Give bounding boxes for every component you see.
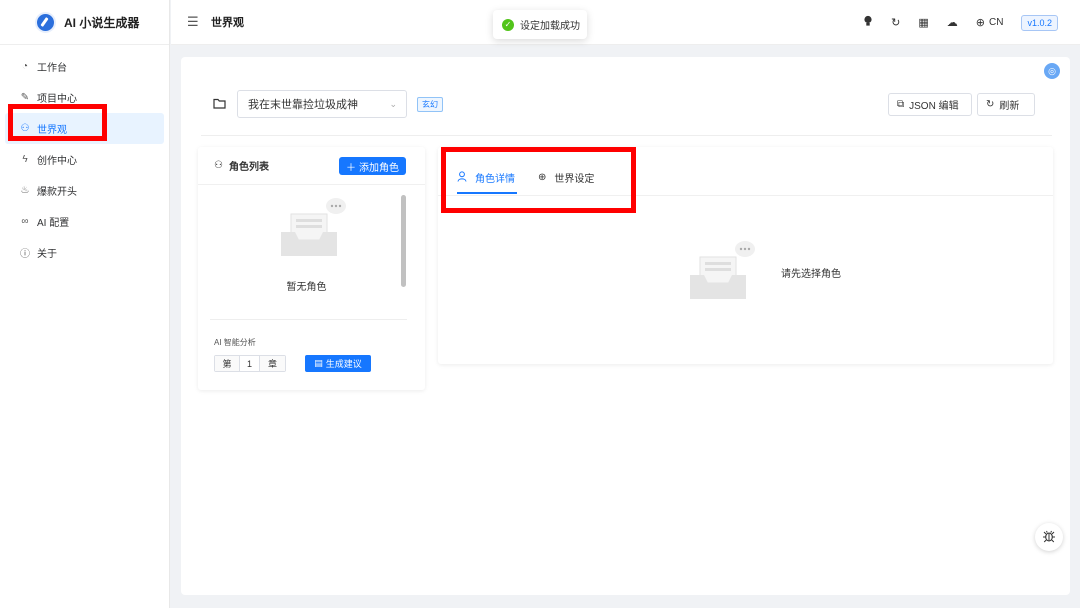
success-toast: ✓ 设定加载成功 bbox=[493, 10, 587, 39]
detail-tabs: 角色详情 ⊕ 世界设定 bbox=[438, 147, 1053, 196]
generate-suggestion-button[interactable]: ▤ 生成建议 bbox=[305, 355, 371, 372]
document-icon: ▤ bbox=[314, 358, 323, 368]
tab-label: 世界设定 bbox=[554, 174, 595, 185]
globe-icon: ⊕ bbox=[538, 172, 547, 183]
divider bbox=[201, 135, 1052, 136]
empty-inbox-icon bbox=[690, 241, 755, 299]
chapter-input-group: 第 1 章 bbox=[214, 355, 286, 372]
sidebar-item-label: 爆款开头 bbox=[37, 187, 77, 198]
people-icon: ⚇ bbox=[20, 123, 30, 134]
refresh-icon: ↻ bbox=[986, 99, 995, 110]
refresh-icon[interactable]: ↻ bbox=[891, 16, 900, 29]
app-title: AI 小说生成器 bbox=[64, 15, 140, 30]
link-icon: ∞ bbox=[21, 216, 29, 227]
sidebar-item-about[interactable]: ⓘ 关于 bbox=[5, 237, 164, 268]
dashboard-icon: ◔ bbox=[21, 61, 29, 72]
sidebar-item-label: 世界观 bbox=[37, 125, 67, 136]
lightning-icon: ϟ bbox=[22, 154, 28, 165]
character-list-body: 暂无角色 bbox=[198, 186, 425, 316]
sidebar: AI 小说生成器 ◔ 工作台 ✎ 项目中心 ⚇ 世界观 ϟ 创作中心 ♨ 爆款开… bbox=[0, 0, 170, 608]
cloud-upload-icon[interactable]: ☁ bbox=[947, 16, 958, 29]
brand: AI 小说生成器 bbox=[0, 0, 169, 45]
chapter-prefix: 第 bbox=[215, 356, 240, 371]
sidebar-item-label: 项目中心 bbox=[37, 94, 77, 105]
table-icon[interactable]: ▦ bbox=[918, 16, 928, 29]
add-character-button[interactable]: ＋ 添加角色 bbox=[339, 157, 406, 175]
bug-report-button[interactable] bbox=[1035, 523, 1063, 551]
code-icon: ⧉ bbox=[897, 99, 905, 110]
sidebar-item-workbench[interactable]: ◔ 工作台 bbox=[5, 51, 164, 82]
ai-analysis-label: AI 智能分析 bbox=[214, 338, 256, 347]
edit-icon: ✎ bbox=[20, 92, 30, 103]
check-circle-icon: ✓ bbox=[502, 18, 514, 31]
sidebar-item-ai-config[interactable]: ∞ AI 配置 bbox=[5, 206, 164, 237]
active-tab-indicator bbox=[457, 192, 517, 194]
top-bar: ☰ 世界观 ↻ ▦ ☁ ⊕ CN v1.0.2 bbox=[171, 0, 1080, 45]
book-select[interactable]: 我在末世靠捡垃圾成神 ⌄ bbox=[237, 90, 407, 118]
folder-icon bbox=[213, 97, 226, 112]
people-icon: ⚇ bbox=[214, 160, 223, 171]
sidebar-menu: ◔ 工作台 ✎ 项目中心 ⚇ 世界观 ϟ 创作中心 ♨ 爆款开头 ∞ AI 配置… bbox=[0, 45, 169, 268]
tab-world-setting[interactable]: ⊕ 世界设定 bbox=[538, 170, 594, 185]
bug-icon bbox=[1042, 529, 1056, 546]
chapter-number-input[interactable]: 1 bbox=[240, 356, 260, 371]
fire-icon: ♨ bbox=[20, 185, 30, 196]
character-list-panel: ⚇ 角色列表 ＋ 添加角色 暂无角色 AI 智能分析 第 1 章 ▤ 生成建议 bbox=[198, 147, 425, 390]
globe-icon: ⊕ bbox=[975, 17, 986, 29]
json-edit-label: JSON 编辑 bbox=[909, 101, 959, 112]
lightbulb-icon[interactable] bbox=[863, 15, 873, 30]
info-icon: ⓘ bbox=[20, 249, 30, 260]
add-character-label: 添加角色 bbox=[359, 162, 399, 174]
sidebar-item-projects[interactable]: ✎ 项目中心 bbox=[5, 82, 164, 113]
app-logo-icon bbox=[35, 11, 56, 33]
sidebar-item-label: 创作中心 bbox=[37, 156, 77, 167]
sidebar-item-creation[interactable]: ϟ 创作中心 bbox=[5, 144, 164, 175]
chapter-suffix: 章 bbox=[260, 356, 285, 371]
language-switcher[interactable]: ⊕ CN bbox=[976, 16, 1004, 29]
top-bar-actions: ↻ ▦ ☁ ⊕ CN v1.0.2 bbox=[863, 0, 1058, 45]
page-title: 世界观 bbox=[211, 17, 244, 29]
tab-label: 角色详情 bbox=[475, 174, 515, 185]
json-edit-button[interactable]: ⧉ JSON 编辑 bbox=[888, 93, 972, 116]
character-list-title: 角色列表 bbox=[228, 162, 269, 173]
sidebar-item-label: 关于 bbox=[37, 249, 57, 260]
empty-inbox-icon bbox=[281, 198, 346, 256]
main-content: ◎ 我在末世靠捡垃圾成神 ⌄ 玄幻 ⧉ JSON 编辑 ↻ 刷新 ⚇ 角色列表 … bbox=[181, 57, 1070, 595]
refresh-button[interactable]: ↻ 刷新 bbox=[977, 93, 1035, 116]
scrollbar[interactable] bbox=[401, 195, 406, 287]
tab-character-detail[interactable]: 角色详情 bbox=[457, 170, 515, 185]
language-label: CN bbox=[989, 17, 1004, 28]
genre-tag: 玄幻 bbox=[417, 97, 443, 112]
sidebar-item-worldview[interactable]: ⚇ 世界观 bbox=[5, 113, 164, 144]
toast-message: 设定加载成功 bbox=[520, 21, 580, 32]
sidebar-item-label: 工作台 bbox=[37, 63, 67, 74]
user-icon bbox=[457, 170, 467, 185]
chevron-down-icon: ⌄ bbox=[389, 98, 397, 109]
sidebar-item-label: AI 配置 bbox=[37, 218, 70, 229]
worldview-toolbar: 我在末世靠捡垃圾成神 ⌄ 玄幻 ⧉ JSON 编辑 ↻ 刷新 bbox=[181, 57, 1070, 135]
divider bbox=[210, 319, 407, 320]
refresh-label: 刷新 bbox=[999, 101, 1020, 112]
sidebar-item-hot-openings[interactable]: ♨ 爆款开头 bbox=[5, 175, 164, 206]
version-badge: v1.0.2 bbox=[1021, 14, 1058, 31]
menu-fold-icon[interactable]: ☰ bbox=[187, 14, 199, 30]
empty-character-text: 暂无角色 bbox=[286, 282, 327, 293]
plus-icon: ＋ bbox=[346, 162, 356, 174]
generate-suggestion-label: 生成建议 bbox=[325, 359, 362, 369]
select-character-hint: 请先选择角色 bbox=[781, 269, 841, 280]
book-select-value: 我在末世靠捡垃圾成神 bbox=[248, 99, 358, 111]
character-detail-panel: 角色详情 ⊕ 世界设定 请先选择角色 bbox=[438, 147, 1053, 364]
